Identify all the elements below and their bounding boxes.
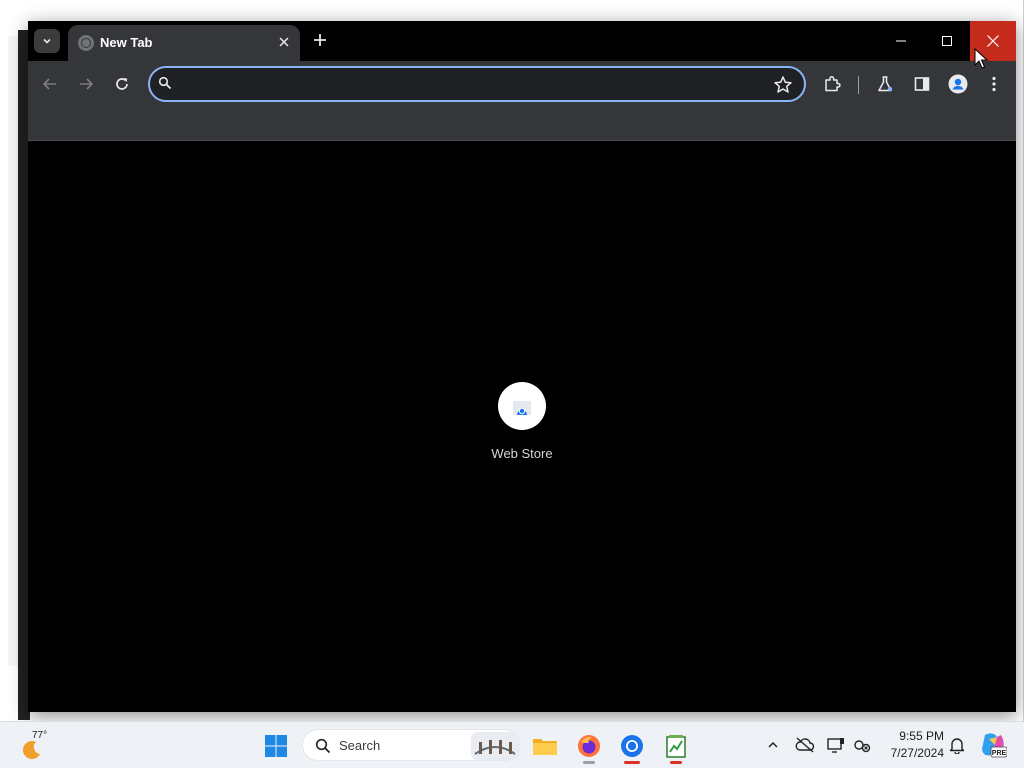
flask-icon — [878, 76, 893, 92]
avatar-icon — [948, 74, 968, 94]
chevron-down-icon — [43, 38, 51, 44]
tab-search-button[interactable] — [34, 29, 60, 53]
labs-button[interactable] — [873, 72, 897, 96]
reload-button[interactable] — [110, 72, 134, 96]
network-tray-icon[interactable] — [851, 734, 873, 756]
show-hidden-icons-button[interactable] — [762, 734, 784, 756]
clock-time: 9:55 PM — [899, 729, 944, 743]
weather-widget[interactable]: 77° — [18, 728, 68, 764]
chrome-icon — [621, 735, 643, 757]
arrow-right-icon — [80, 78, 94, 90]
side-panel-button[interactable] — [910, 72, 934, 96]
minimize-button[interactable] — [878, 21, 924, 61]
reload-icon — [116, 78, 128, 90]
cloud-offline-icon — [795, 737, 815, 753]
maximize-button[interactable] — [924, 21, 970, 61]
firefox-icon — [578, 735, 600, 757]
arrow-left-icon — [42, 78, 56, 90]
tab-close-button[interactable] — [274, 33, 294, 53]
chrome-button[interactable] — [614, 728, 650, 764]
minimize-icon — [896, 40, 906, 42]
browser-toolbar — [28, 61, 1016, 107]
shortcut-web-store[interactable]: Web Store — [483, 382, 561, 470]
tab-new-tab[interactable]: New Tab — [68, 25, 300, 61]
taskbar-search[interactable]: Search — [302, 729, 520, 761]
search-icon — [315, 738, 331, 754]
weather-temperature: 77° — [32, 730, 48, 741]
close-icon — [279, 37, 289, 47]
monitor-icon — [827, 738, 844, 753]
close-icon — [987, 35, 999, 47]
notepad-chart-icon — [666, 735, 686, 758]
search-icon — [158, 76, 172, 95]
copilot-button[interactable]: PRE — [978, 730, 1008, 760]
app-active-indicator — [624, 761, 640, 764]
profile-button[interactable] — [946, 72, 970, 96]
notifications-button[interactable] — [946, 734, 968, 756]
address-input[interactable] — [184, 74, 764, 94]
onedrive-tray-icon[interactable] — [794, 734, 816, 756]
taskbar-search-label: Search — [339, 738, 381, 753]
maximize-icon — [942, 36, 952, 46]
web-store-icon — [513, 401, 531, 415]
copilot-icon: PRE — [982, 733, 1007, 758]
editor-app-button[interactable] — [658, 728, 694, 764]
menu-button[interactable] — [982, 72, 1006, 96]
side-panel-icon — [914, 77, 930, 91]
bookmarks-bar — [28, 107, 1016, 141]
new-tab-page: Web Store — [28, 142, 1016, 712]
firefox-button[interactable] — [571, 728, 607, 764]
globe-icon — [78, 35, 94, 51]
extensions-button[interactable] — [820, 72, 844, 96]
chevron-up-icon — [768, 741, 778, 748]
shortcut-label: Web Store — [491, 446, 553, 461]
taskbar: 77° Search 9:55 PM 7/27/2024 PRE — [0, 721, 1024, 768]
toolbar-divider — [858, 76, 859, 94]
start-button[interactable] — [258, 728, 294, 764]
display-tray-icon[interactable] — [825, 734, 847, 756]
clock-date: 7/27/2024 — [890, 746, 944, 760]
forward-button[interactable] — [74, 72, 98, 96]
back-button[interactable] — [38, 72, 62, 96]
puzzle-icon — [825, 75, 841, 92]
search-highlight-art — [471, 732, 519, 760]
bell-icon — [949, 738, 965, 754]
tab-title: New Tab — [100, 35, 153, 50]
new-tab-button[interactable] — [308, 29, 332, 53]
browser-window: New Tab Web Store — [28, 21, 1016, 712]
windows-logo-icon — [265, 735, 287, 757]
file-explorer-button[interactable] — [527, 728, 563, 764]
folder-icon — [533, 739, 557, 755]
shortcut-icon-circle — [498, 382, 546, 430]
plus-icon — [314, 34, 326, 46]
tab-strip: New Tab — [28, 21, 1016, 61]
bookmark-star-icon[interactable] — [772, 74, 794, 96]
app-running-indicator — [583, 761, 595, 764]
address-bar[interactable] — [148, 66, 806, 102]
app-running-indicator — [670, 761, 682, 764]
taskbar-clock[interactable]: 9:55 PM 7/27/2024 — [878, 728, 944, 764]
copilot-badge: PRE — [992, 750, 1007, 757]
mouse-cursor-icon — [974, 48, 988, 69]
more-vert-icon — [992, 76, 996, 92]
network-disconnected-icon — [854, 740, 871, 753]
